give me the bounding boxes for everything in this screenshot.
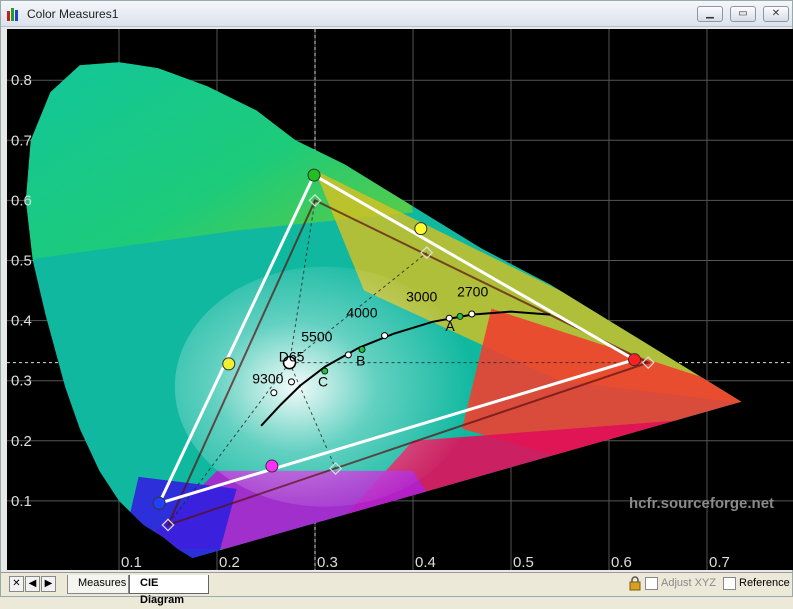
locus-point (344, 351, 352, 359)
watermark: hcfr.sourceforge.net (629, 495, 775, 512)
label-5500: 5500 (301, 329, 332, 345)
x-tick-label: 0.4 (415, 554, 436, 570)
y-tick-label: 0.5 (11, 253, 32, 270)
reference-label: Reference (739, 577, 790, 589)
x-tick-label: 0.1 (121, 554, 142, 570)
close-icon: ✕ (12, 578, 21, 589)
minimize-button[interactable]: ▁ (697, 6, 723, 22)
cie-chart: 0.1 0.2 0.3 0.4 0.5 0.6 0.7 0.1 0.2 0.3 0.4 0.5 0.6 0… (7, 29, 793, 570)
x-tick-label: 0.7 (709, 554, 730, 570)
arrow-left-icon: ◀ (28, 578, 37, 589)
x-tick-label: 0.3 (317, 554, 338, 570)
title-bar[interactable]: Color Measures1 ▁ ▭ ✕ (1, 1, 792, 27)
prev-tab-button[interactable]: ◀ (25, 576, 40, 592)
close-button[interactable]: ✕ (763, 6, 789, 22)
measured-point (152, 496, 166, 510)
label-2700: 2700 (457, 284, 488, 300)
spectral-locus (25, 62, 742, 558)
adjust-xyz-checkbox[interactable] (645, 577, 658, 590)
app-window: Color Measures1 ▁ ▭ ✕ 0.1 0.2 0.3 0.4 0.… (0, 0, 793, 606)
label-4000: 4000 (346, 305, 377, 321)
measured-point (627, 353, 641, 367)
measured-point (222, 357, 236, 371)
cie-diagram[interactable]: 0.1 0.2 0.3 0.4 0.5 0.6 0.7 0.1 0.2 0.3 0.4 0.5 0.6 0… (7, 29, 793, 570)
maximize-icon: ▭ (738, 8, 748, 19)
label-b: B (356, 353, 365, 369)
close-icon: ✕ (771, 8, 781, 19)
y-tick-label: 0.1 (11, 493, 32, 510)
locus-point (381, 332, 389, 340)
label-9300: 9300 (252, 371, 283, 387)
y-tick-label: 0.6 (11, 192, 32, 209)
label-c: C (318, 374, 328, 390)
locus-point (468, 310, 476, 318)
x-tick-label: 0.6 (611, 554, 632, 570)
adjust-xyz-label: Adjust XYZ (661, 577, 717, 589)
tab-bar: ✕ ◀ ▶ Measures CIE Diagram Adjust XYZ Re… (1, 572, 792, 606)
y-tick-label: 0.2 (11, 433, 32, 450)
close-all-button[interactable]: ✕ (9, 576, 24, 592)
tab-measures[interactable]: Measures (67, 575, 129, 594)
measured-point (307, 168, 321, 182)
reference-checkbox[interactable] (723, 577, 736, 590)
illuminant-point (456, 312, 464, 320)
measured-point (414, 222, 428, 236)
arrow-right-icon: ▶ (44, 578, 53, 589)
chart-bars-icon (7, 7, 21, 21)
x-tick-label: 0.5 (513, 554, 534, 570)
label-d65: D65 (279, 348, 305, 364)
locus-point (270, 389, 278, 397)
minimize-icon: ▁ (706, 8, 714, 19)
tab-cie-diagram[interactable]: CIE Diagram (129, 575, 209, 606)
illuminant-point (358, 346, 366, 353)
next-tab-button[interactable]: ▶ (41, 576, 56, 592)
spectral-fill (25, 62, 742, 558)
maximize-button[interactable]: ▭ (730, 6, 756, 22)
y-tick-label: 0.4 (11, 313, 32, 330)
locus-point (287, 378, 295, 386)
y-tick-label: 0.3 (11, 373, 32, 390)
padlock-icon[interactable] (628, 576, 642, 591)
y-tick-label: 0.7 (11, 132, 32, 149)
fill-blue (119, 476, 237, 558)
x-tick-label: 0.2 (219, 554, 240, 570)
measured-point (265, 459, 279, 473)
label-a: A (445, 318, 455, 334)
label-3000: 3000 (406, 288, 437, 304)
window-title: Color Measures1 (27, 7, 119, 21)
y-tick-label: 0.8 (11, 72, 32, 89)
